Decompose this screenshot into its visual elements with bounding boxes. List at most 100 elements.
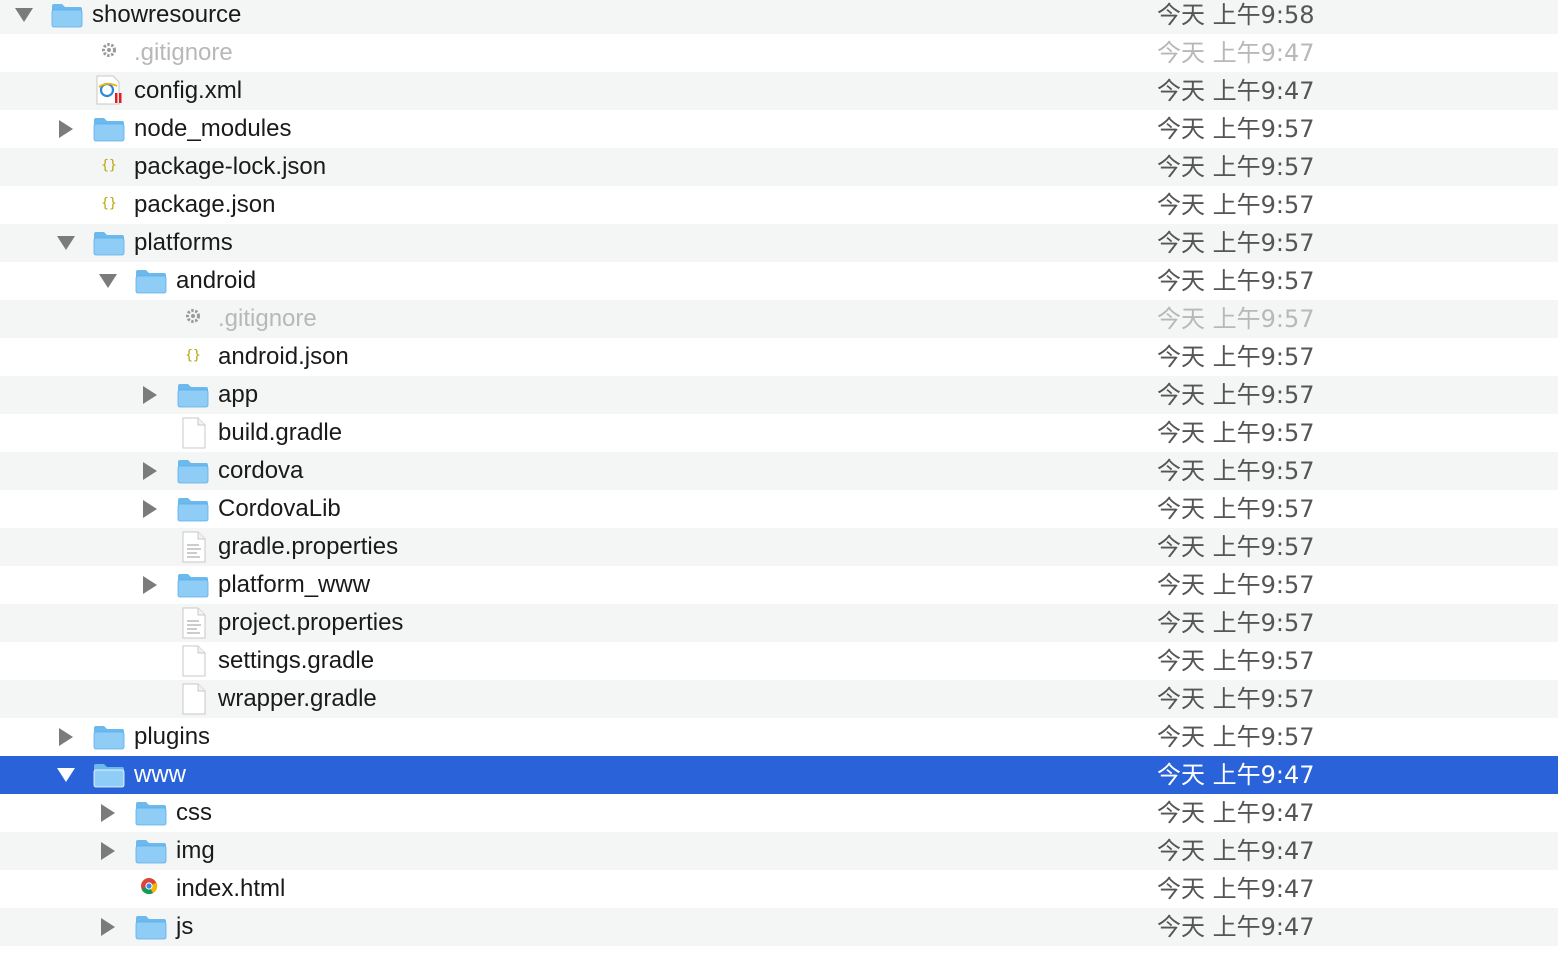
bottom-edge — [0, 946, 1558, 956]
triangle-down-icon — [57, 236, 75, 250]
date-modified: 今天 上午9:57 — [1157, 571, 1315, 599]
date-modified: 今天 上午9:57 — [1157, 495, 1315, 523]
disclosure-collapsed-icon[interactable] — [99, 918, 117, 936]
file-row[interactable]: .gitignore 今天 上午9:47 — [0, 34, 1558, 72]
item-name: index.html — [176, 875, 286, 902]
file-row[interactable]: wrapper.gradle 今天 上午9:57 — [0, 680, 1558, 718]
folder-row[interactable]: cordova 今天 上午9:57 — [0, 452, 1558, 490]
text-file-icon — [177, 531, 209, 563]
triangle-down-icon — [57, 768, 75, 782]
file-row[interactable]: gradle.properties 今天 上午9:57 — [0, 528, 1558, 566]
folder-icon — [135, 838, 167, 864]
disclosure-collapsed-icon[interactable] — [99, 804, 117, 822]
date-modified: 今天 上午9:47 — [1157, 761, 1315, 789]
folder-icon — [135, 268, 167, 294]
folder-row[interactable]: android 今天 上午9:57 — [0, 262, 1558, 300]
folder-row[interactable]: CordovaLib 今天 上午9:57 — [0, 490, 1558, 528]
folder-row[interactable]: platform_www 今天 上午9:57 — [0, 566, 1558, 604]
date-modified: 今天 上午9:57 — [1157, 723, 1315, 751]
disclosure-collapsed-icon[interactable] — [141, 500, 159, 518]
date-modified: 今天 上午9:57 — [1157, 609, 1315, 637]
folder-icon — [177, 496, 209, 522]
folder-row[interactable]: showresource 今天 上午9:58 — [0, 0, 1558, 34]
date-modified: 今天 上午9:57 — [1157, 305, 1315, 333]
date-modified: 今天 上午9:57 — [1157, 457, 1315, 485]
triangle-down-icon — [15, 8, 33, 22]
file-row[interactable]: index.html 今天 上午9:47 — [0, 870, 1558, 908]
date-modified: 今天 上午9:57 — [1157, 419, 1315, 447]
folder-row[interactable]: img 今天 上午9:47 — [0, 832, 1558, 870]
folder-icon — [93, 230, 125, 256]
folder-row[interactable]: plugins 今天 上午9:57 — [0, 718, 1558, 756]
file-row[interactable]: {} android.json 今天 上午9:57 — [0, 338, 1558, 376]
svg-text:{}: {} — [101, 158, 117, 173]
file-row[interactable]: .gitignore 今天 上午9:57 — [0, 300, 1558, 338]
item-name: cordova — [218, 457, 304, 484]
item-name: plugins — [134, 723, 211, 750]
folder-icon — [177, 572, 209, 598]
json-file-icon: {} — [93, 151, 125, 177]
file-row[interactable]: {} package.json 今天 上午9:57 — [0, 186, 1558, 224]
file-row[interactable]: project.properties 今天 上午9:57 — [0, 604, 1558, 642]
disclosure-collapsed-icon[interactable] — [141, 576, 159, 594]
xml-file-icon — [93, 75, 125, 105]
date-modified: 今天 上午9:57 — [1157, 229, 1315, 257]
item-name: package-lock.json — [134, 153, 327, 180]
item-name: .gitignore — [134, 39, 233, 66]
date-modified: 今天 上午9:47 — [1157, 799, 1315, 827]
svg-text:{}: {} — [185, 348, 201, 363]
item-name: build.gradle — [218, 419, 343, 446]
folder-icon — [93, 724, 125, 750]
folder-row[interactable]: css 今天 上午9:47 — [0, 794, 1558, 832]
date-modified: 今天 上午9:47 — [1157, 837, 1315, 865]
file-row[interactable]: settings.gradle 今天 上午9:57 — [0, 642, 1558, 680]
folder-icon — [93, 116, 125, 142]
file-row[interactable]: build.gradle 今天 上午9:57 — [0, 414, 1558, 452]
date-modified: 今天 上午9:57 — [1157, 153, 1315, 181]
item-name: node_modules — [134, 115, 292, 142]
item-name: settings.gradle — [218, 647, 375, 674]
item-name: app — [218, 381, 259, 408]
folder-icon — [51, 2, 83, 28]
date-modified: 今天 上午9:58 — [1157, 1, 1315, 29]
disclosure-collapsed-icon[interactable] — [141, 462, 159, 480]
folder-row[interactable]: js 今天 上午9:47 — [0, 908, 1558, 946]
triangle-right-icon — [143, 462, 157, 480]
gear-file-icon — [177, 303, 209, 329]
file-row[interactable]: config.xml 今天 上午9:47 — [0, 72, 1558, 110]
item-name: package.json — [134, 191, 276, 218]
text-file-icon — [177, 607, 209, 639]
date-modified: 今天 上午9:57 — [1157, 115, 1315, 143]
item-name: www — [134, 761, 186, 788]
file-tree: showresource 今天 上午9:58 .gitignore 今天 上午9:47… — [0, 0, 1558, 946]
item-name: js — [176, 913, 194, 940]
folder-row[interactable]: app 今天 上午9:57 — [0, 376, 1558, 414]
disclosure-expanded-icon[interactable] — [57, 235, 75, 251]
triangle-right-icon — [101, 918, 115, 936]
date-modified: 今天 上午9:47 — [1157, 875, 1315, 903]
item-name: platform_www — [218, 571, 371, 598]
item-name: android.json — [218, 343, 349, 370]
disclosure-collapsed-icon[interactable] — [57, 120, 75, 138]
folder-row[interactable]: node_modules 今天 上午9:57 — [0, 110, 1558, 148]
file-row[interactable]: {} package-lock.json 今天 上午9:57 — [0, 148, 1558, 186]
disclosure-expanded-icon[interactable] — [99, 273, 117, 289]
disclosure-collapsed-icon[interactable] — [57, 728, 75, 746]
folder-icon — [177, 382, 209, 408]
date-modified: 今天 上午9:57 — [1157, 191, 1315, 219]
disclosure-collapsed-icon[interactable] — [141, 386, 159, 404]
gear-file-icon — [93, 37, 125, 63]
disclosure-expanded-icon[interactable] — [15, 7, 33, 23]
triangle-right-icon — [101, 842, 115, 860]
date-modified: 今天 上午9:57 — [1157, 343, 1315, 371]
item-name: config.xml — [134, 77, 243, 104]
item-name: CordovaLib — [218, 495, 341, 522]
document-icon — [177, 417, 209, 449]
item-name: wrapper.gradle — [218, 685, 377, 712]
disclosure-expanded-icon[interactable] — [57, 767, 75, 783]
folder-row[interactable]: platforms 今天 上午9:57 — [0, 224, 1558, 262]
folder-row[interactable]: www 今天 上午9:47 — [0, 756, 1558, 794]
chrome-html-icon — [135, 873, 167, 899]
disclosure-collapsed-icon[interactable] — [99, 842, 117, 860]
item-name: android — [176, 267, 257, 294]
